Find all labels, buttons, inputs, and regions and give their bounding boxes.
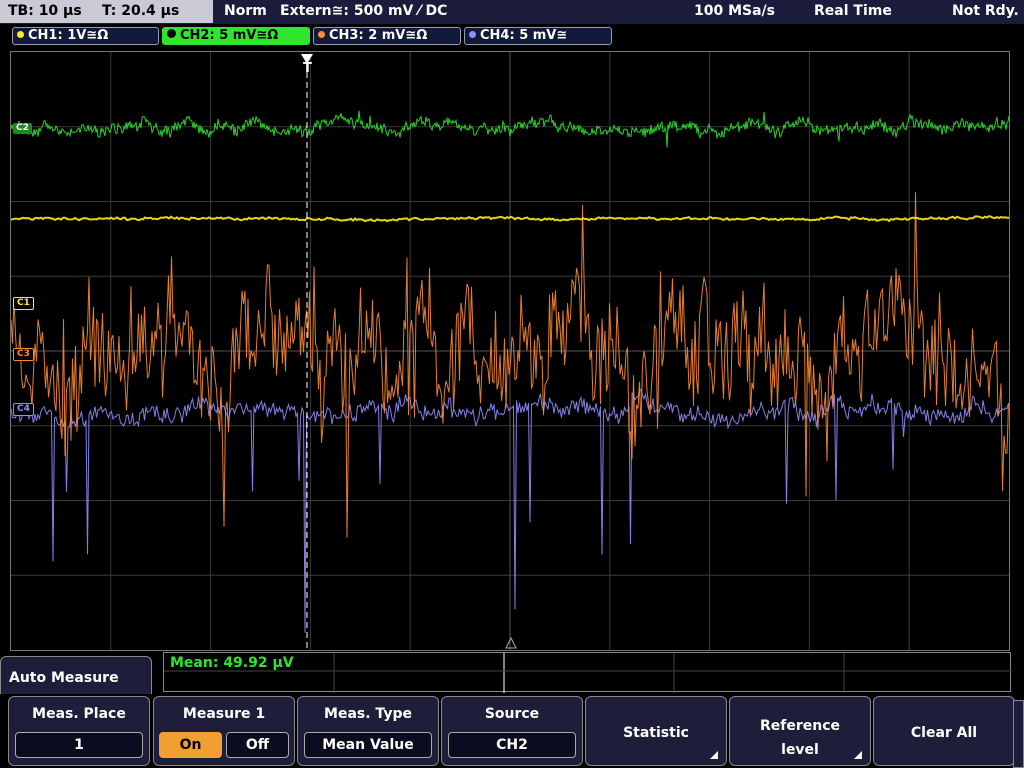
acquisition-mode: Real Time xyxy=(814,3,892,19)
channel-2-color-dot xyxy=(167,29,176,38)
trigger-mode[interactable]: Norm xyxy=(224,3,267,19)
channel-1-label: CH1: 1V≅Ω xyxy=(28,28,109,43)
acquisition-state: Not Rdy. xyxy=(952,3,1019,19)
channel-4-button[interactable]: CH4: 5 mV≅ xyxy=(464,27,612,45)
waveform-display[interactable]: C2 C1 C3 C4 T xyxy=(10,51,1010,651)
measure1-softkey[interactable]: Measure 1 On Off xyxy=(153,696,295,766)
channel-3-color-dot xyxy=(318,31,325,38)
channel-4-offset-marker[interactable]: C4 xyxy=(13,403,34,416)
meas-type-label: Meas. Type xyxy=(324,706,412,722)
menu-title: Auto Measure xyxy=(9,670,119,686)
trigger-time-value: T: 20.4 µs xyxy=(102,3,180,19)
channel-2-button[interactable]: CH2: 5 mV≅Ω xyxy=(162,27,310,45)
waveform-canvas xyxy=(11,52,1009,650)
trigger-source[interactable]: Extern≅: 500 mV ⁄ DC xyxy=(280,3,447,19)
statistic-softkey[interactable]: Statistic xyxy=(585,696,727,766)
meas-place-value[interactable]: 1 xyxy=(15,732,143,758)
channel-3-offset-marker[interactable]: C3 xyxy=(13,348,34,361)
source-value[interactable]: CH2 xyxy=(448,732,576,758)
auto-measure-tab[interactable]: Auto Measure xyxy=(0,656,152,696)
softkey-bar: Meas. Place 1 Measure 1 On Off Meas. Typ… xyxy=(0,694,1024,768)
clear-all-label: Clear All xyxy=(910,725,978,741)
trigger-position-marker[interactable]: T xyxy=(303,61,312,76)
reference-level-label: Reference level xyxy=(730,714,870,762)
channel-1-color-dot xyxy=(17,31,24,38)
reference-level-line1: Reference xyxy=(759,718,841,734)
channel-3-button[interactable]: CH3: 2 mV≅Ω xyxy=(313,27,461,45)
channel-1-button[interactable]: CH1: 1V≅Ω xyxy=(12,27,159,45)
timebase-value: TB: 10 µs xyxy=(8,3,82,19)
meas-type-softkey[interactable]: Meas. Type Mean Value xyxy=(297,696,439,766)
measurement-mean: Mean: 49.92 µV xyxy=(170,655,294,671)
meas-type-value[interactable]: Mean Value xyxy=(304,732,432,758)
horizontal-position-icon xyxy=(505,636,517,649)
meas-place-label: Meas. Place xyxy=(32,706,126,722)
sample-rate: 100 MSa/s xyxy=(694,3,776,19)
reference-level-line2: level xyxy=(781,742,819,758)
timebase-box[interactable]: TB: 10 µs T: 20.4 µs xyxy=(0,0,213,23)
channel-4-color-dot xyxy=(469,31,476,38)
source-label: Source xyxy=(484,706,540,722)
measure1-on-button[interactable]: On xyxy=(159,732,222,758)
channel-4-label: CH4: 5 mV≅ xyxy=(480,28,568,43)
measurement-results: Mean: 49.92 µV xyxy=(163,652,1012,693)
channel-bar: CH1: 1V≅Ω CH2: 5 mV≅Ω CH3: 2 mV≅Ω CH4: 5… xyxy=(0,24,1024,48)
clear-all-softkey[interactable]: Clear All xyxy=(873,696,1015,766)
measure1-off-button[interactable]: Off xyxy=(226,732,289,758)
channel-2-offset-marker[interactable]: C2 xyxy=(13,123,32,134)
submenu-arrow-icon xyxy=(710,751,718,759)
reference-level-softkey[interactable]: Reference level xyxy=(729,696,871,766)
menu-scroll-handle[interactable] xyxy=(1013,700,1024,768)
source-softkey[interactable]: Source CH2 xyxy=(441,696,583,766)
meas-place-softkey[interactable]: Meas. Place 1 xyxy=(8,696,150,766)
channel-1-offset-marker[interactable]: C1 xyxy=(13,297,34,310)
channel-3-label: CH3: 2 mV≅Ω xyxy=(329,28,428,43)
submenu-arrow-icon xyxy=(854,751,862,759)
channel-2-label: CH2: 5 mV≅Ω xyxy=(180,28,279,43)
status-bar: TB: 10 µs T: 20.4 µs Norm Extern≅: 500 m… xyxy=(0,0,1024,24)
measure1-label: Measure 1 xyxy=(182,706,266,722)
statistic-label: Statistic xyxy=(623,725,689,741)
